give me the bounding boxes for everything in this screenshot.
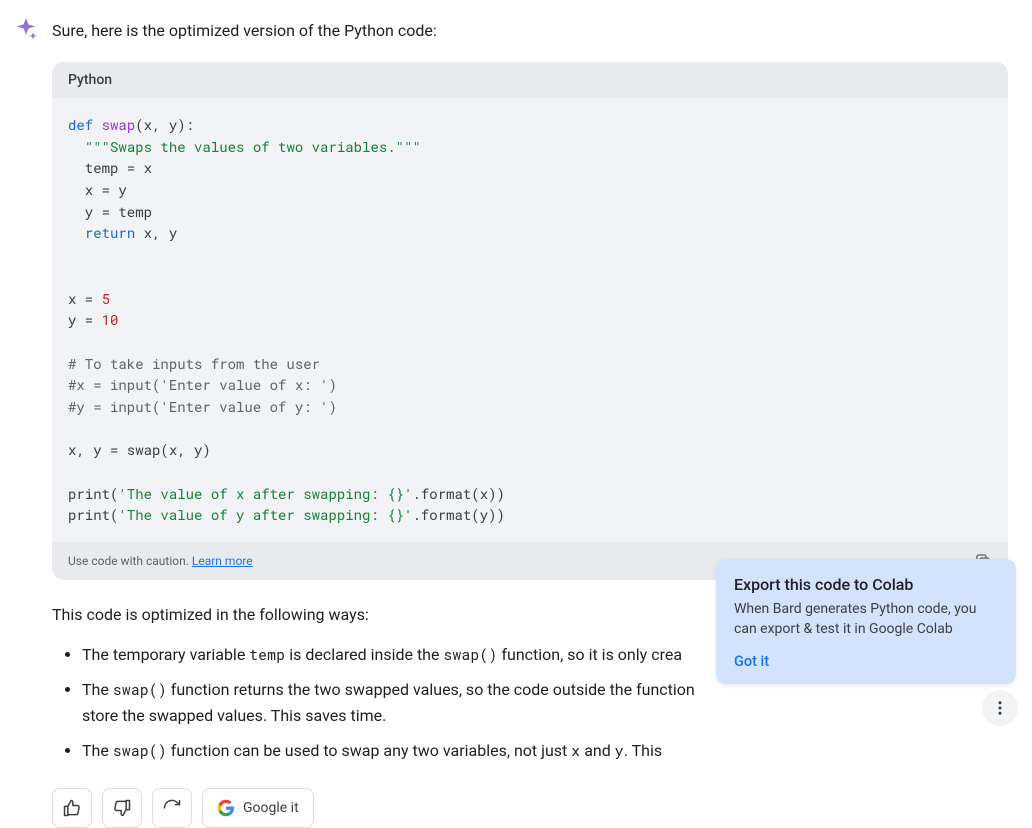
regenerate-button[interactable] — [152, 788, 192, 828]
more-vertical-icon — [991, 699, 1009, 717]
code-language-label: Python — [52, 62, 1008, 98]
learn-more-link[interactable]: Learn more — [192, 554, 253, 568]
google-logo-icon — [217, 799, 235, 817]
thumbs-up-button[interactable] — [52, 788, 92, 828]
list-item: The swap() function returns the two swap… — [82, 677, 1008, 728]
more-options-button[interactable] — [982, 690, 1018, 726]
code-content: def swap(x, y): """Swaps the values of t… — [52, 98, 1008, 542]
code-block: Python def swap(x, y): """Swaps the valu… — [52, 62, 1008, 580]
bard-spark-icon — [12, 16, 40, 44]
code-caution-text: Use code with caution. — [68, 554, 189, 568]
tooltip-got-it-button[interactable]: Got it — [734, 653, 769, 670]
list-item: The swap() function can be used to swap … — [82, 738, 1008, 764]
tooltip-body: When Bard generates Python code, you can… — [734, 600, 998, 639]
google-it-button[interactable]: Google it — [202, 788, 314, 828]
intro-text: Sure, here is the optimized version of t… — [52, 18, 437, 44]
tooltip-title: Export this code to Colab — [734, 575, 998, 594]
thumbs-down-button[interactable] — [102, 788, 142, 828]
export-colab-tooltip: Export this code to Colab When Bard gene… — [716, 559, 1016, 684]
google-it-label: Google it — [243, 800, 299, 816]
